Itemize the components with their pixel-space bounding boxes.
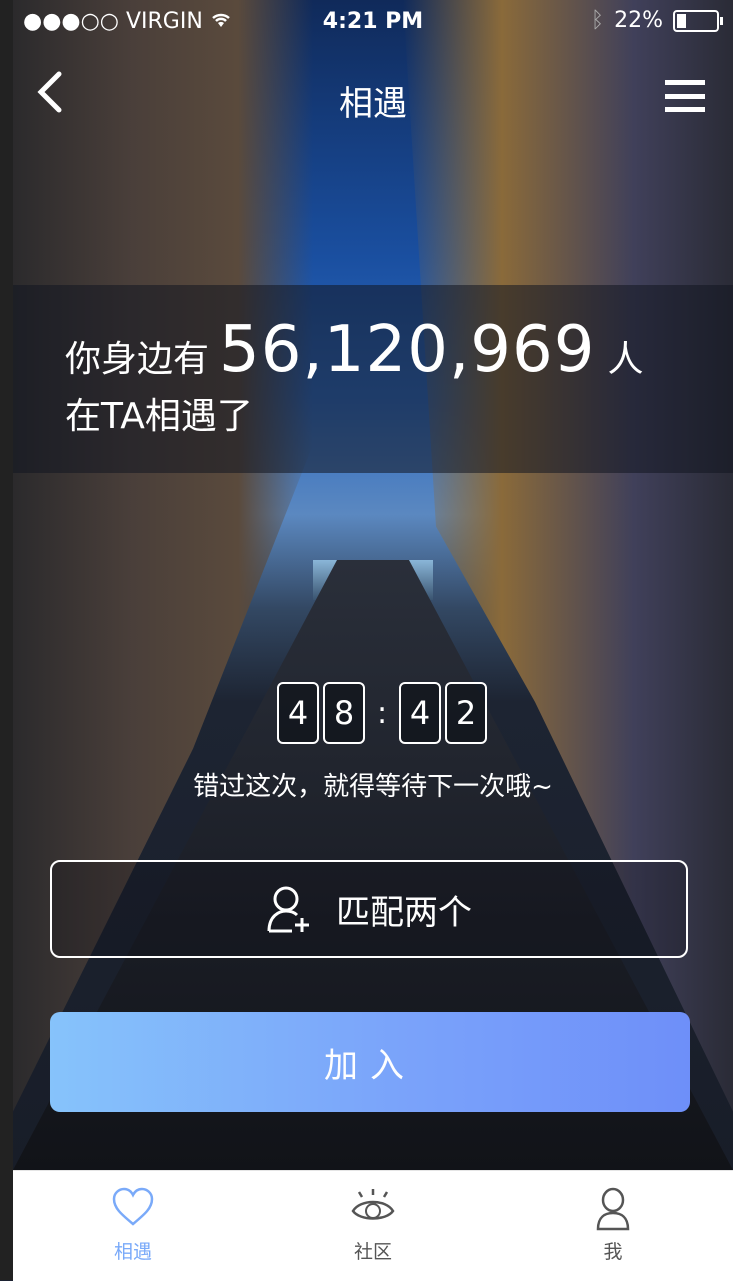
heart-icon (112, 1187, 154, 1226)
user-icon (596, 1187, 630, 1231)
battery-percent: 22% (614, 8, 663, 33)
tab-community[interactable]: 社区 (253, 1171, 493, 1281)
match-two-label: 匹配两个 (336, 892, 472, 933)
add-user-icon (267, 886, 309, 933)
stats-line: 你身边有 56,120,969 人 (65, 313, 643, 387)
tab-bar: 相遇 社区 我 (13, 1170, 733, 1281)
countdown-digit: 2 (445, 682, 487, 744)
countdown-digit: 4 (399, 682, 441, 744)
tab-meet-label: 相遇 (113, 1241, 152, 1263)
background-photo (13, 0, 733, 1170)
hint-text: 错过这次，就得等待下一次哦~ (193, 772, 553, 802)
countdown-separator: : (376, 695, 388, 731)
join-button[interactable]: 加入 (50, 1012, 690, 1112)
stats-subtitle: 在TA相遇了 (65, 396, 253, 437)
stats-suffix: 人 (607, 339, 644, 380)
left-edge (0, 0, 13, 1280)
menu-icon (665, 80, 705, 85)
countdown-digit: 4 (277, 682, 319, 744)
menu-button[interactable] (665, 80, 705, 112)
eye-icon (351, 1189, 395, 1220)
countdown-timer: 4 8 : 4 2 (277, 682, 490, 744)
status-bar: ●●●○○ VIRGIN 4:21 PM ᛒ 22% (13, 0, 733, 44)
tab-me-label: 我 (603, 1241, 623, 1263)
page-title: 相遇 (339, 84, 407, 124)
nav-bar: 相遇 (13, 60, 733, 132)
stats-banner: 你身边有 56,120,969 人 在TA相遇了 (13, 285, 733, 473)
bluetooth-icon: ᛒ (590, 8, 605, 33)
match-two-button[interactable]: 匹配两个 (50, 860, 688, 958)
tab-me[interactable]: 我 (493, 1171, 733, 1281)
status-right: ᛒ 22% (590, 8, 723, 33)
stats-count: 56,120,969 (219, 313, 596, 387)
tab-meet[interactable]: 相遇 (13, 1171, 253, 1281)
battery-icon (673, 9, 723, 32)
stats-prefix: 你身边有 (65, 339, 210, 380)
countdown-digit: 8 (323, 682, 365, 744)
tab-community-label: 社区 (353, 1241, 392, 1263)
